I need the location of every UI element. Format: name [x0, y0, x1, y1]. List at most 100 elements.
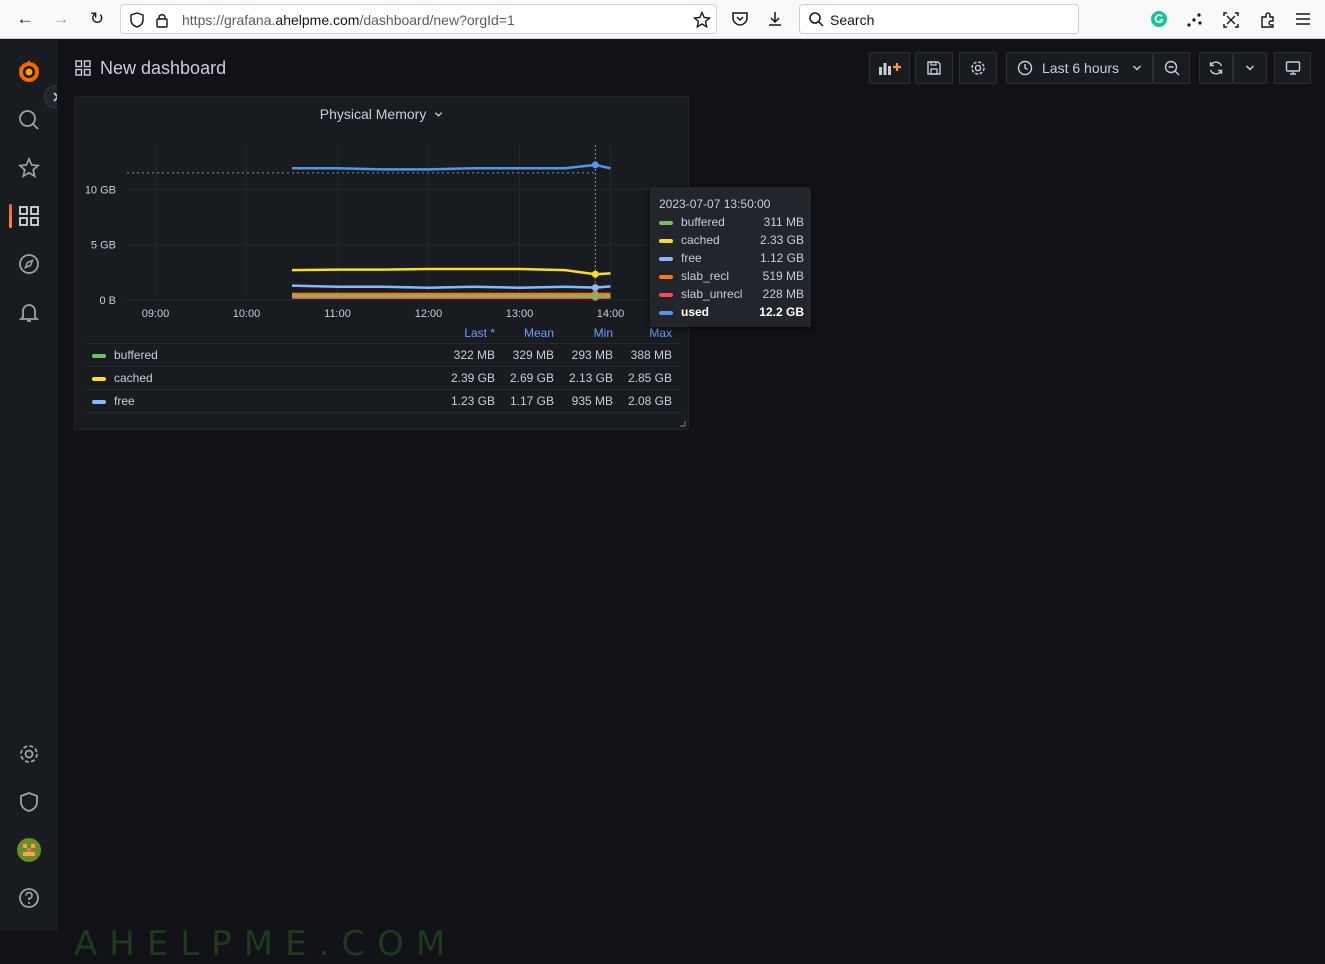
- legend-min: 293 MB: [553, 348, 613, 362]
- alerting-bell-icon[interactable]: [15, 298, 43, 326]
- tooltip-value: 519 MB: [763, 269, 804, 283]
- monitor-icon: [1285, 60, 1301, 76]
- url-bar[interactable]: https://grafana.ahelpme.com/dashboard/ne…: [120, 4, 717, 34]
- reload-icon[interactable]: ↻: [85, 8, 109, 30]
- x-tick-label: 12:00: [415, 308, 443, 319]
- x-tick-label: 13:00: [506, 308, 534, 319]
- legend-header-mean[interactable]: Mean: [494, 326, 554, 340]
- legend-series-name: free: [114, 394, 135, 408]
- tooltip-row-cached: cached 2.33 GB: [659, 232, 804, 250]
- user-avatar[interactable]: [15, 836, 43, 864]
- legend-min: 935 MB: [553, 394, 613, 408]
- extensions-puzzle-icon[interactable]: [1259, 11, 1277, 29]
- y-tick-label: 0 B: [99, 295, 116, 307]
- legend-mean: 1.17 GB: [494, 394, 554, 408]
- legend-header-last[interactable]: Last *: [435, 326, 495, 340]
- pocket-icon[interactable]: [731, 10, 749, 28]
- tooltip-row-buffered: buffered 311 MB: [659, 214, 804, 232]
- legend-series-name: cached: [114, 371, 153, 385]
- forward-icon[interactable]: →: [49, 8, 73, 30]
- chevron-down-icon: [1132, 63, 1142, 73]
- back-icon[interactable]: ←: [13, 8, 37, 30]
- tooltip-series-name: cached: [681, 233, 720, 247]
- legend-row-partial: [85, 412, 681, 420]
- tooltip-series-name: buffered: [681, 215, 725, 229]
- hover-point-buffered: [592, 293, 599, 300]
- url-text: https://grafana.ahelpme.com/dashboard/ne…: [182, 12, 515, 28]
- zoom-out-icon: [1164, 60, 1180, 76]
- bookmark-star-icon[interactable]: [693, 11, 711, 29]
- tooltip-swatch: [659, 257, 673, 261]
- tooltip-value: 1.12 GB: [760, 251, 804, 265]
- add-panel-button[interactable]: [869, 52, 910, 84]
- chart-tooltip: 2023-07-07 13:50:00 buffered 311 MB cach…: [650, 187, 811, 327]
- time-range-label: Last 6 hours: [1042, 60, 1119, 76]
- starred-icon[interactable]: [15, 154, 43, 182]
- tooltip-time: 2023-07-07 13:50:00: [659, 197, 770, 211]
- tooltip-row-slab-unrecl: slab_unrecl 228 MB: [659, 286, 804, 304]
- extension-dots-icon[interactable]: [1186, 11, 1204, 29]
- tooltip-series-name: slab_unrecl: [681, 287, 742, 301]
- search-placeholder: Search: [830, 12, 874, 28]
- legend-swatch: [92, 354, 106, 358]
- series-line-free: [292, 286, 611, 288]
- hover-point-cached: [592, 271, 599, 278]
- tooltip-swatch: [659, 311, 673, 315]
- refresh-interval-dropdown[interactable]: [1233, 52, 1267, 84]
- legend-mean: 2.69 GB: [494, 371, 554, 385]
- search-icon: [809, 12, 824, 27]
- active-indicator: [9, 204, 12, 228]
- tooltip-value: 2.33 GB: [760, 233, 804, 247]
- x-tick-label: 10:00: [233, 308, 261, 319]
- chevron-down-icon: [1245, 63, 1255, 73]
- legend-max: 2.08 GB: [612, 394, 672, 408]
- help-icon[interactable]: [15, 884, 43, 912]
- refresh-button[interactable]: [1199, 52, 1233, 84]
- save-dashboard-button[interactable]: [915, 52, 953, 84]
- hover-point-used: [592, 161, 599, 168]
- dashboards-icon[interactable]: [15, 202, 43, 230]
- tooltip-series-name: slab_recl: [681, 269, 729, 283]
- legend-header-max[interactable]: Max: [612, 326, 672, 340]
- kiosk-mode-button[interactable]: [1274, 52, 1311, 84]
- configuration-gear-icon[interactable]: [15, 740, 43, 768]
- dashboard-main: New dashboard Last 6 hours Physical Memo…: [57, 40, 1325, 931]
- grafana-logo-icon[interactable]: [15, 58, 43, 86]
- legend-max: 2.85 GB: [612, 371, 672, 385]
- y-tick-label: 10 GB: [85, 184, 116, 196]
- resize-handle-icon[interactable]: [679, 420, 686, 427]
- memory-line-chart[interactable]: 10 GB5 GB0 B09:0010:0011:0012:0013:0014:…: [75, 97, 690, 319]
- legend-header-min[interactable]: Min: [553, 326, 613, 340]
- server-admin-shield-icon[interactable]: [15, 788, 43, 816]
- legend-row-cached[interactable]: cached 2.39 GB 2.69 GB 2.13 GB 2.85 GB: [85, 366, 681, 389]
- search-input[interactable]: Search: [799, 4, 1079, 34]
- physical-memory-panel[interactable]: Physical Memory 10 GB5 GB0 B09:0010:0011…: [74, 96, 689, 430]
- legend-max: 388 MB: [612, 348, 672, 362]
- menu-hamburger-icon[interactable]: [1295, 12, 1311, 26]
- x-tick-label: 11:00: [324, 308, 351, 319]
- zoom-out-button[interactable]: [1153, 52, 1190, 84]
- tooltip-row-used: used 12.2 GB: [659, 304, 804, 322]
- lock-icon[interactable]: [155, 12, 169, 28]
- series-line-cached: [292, 269, 611, 274]
- grammarly-icon[interactable]: [1151, 11, 1167, 27]
- tooltip-row-free: free 1.12 GB: [659, 250, 804, 268]
- shield-icon[interactable]: [130, 12, 144, 28]
- legend-swatch: [92, 400, 106, 404]
- gear-icon: [970, 60, 986, 76]
- legend-row-free[interactable]: free 1.23 GB 1.17 GB 935 MB 2.08 GB: [85, 389, 681, 412]
- dashboard-title[interactable]: New dashboard: [100, 58, 226, 79]
- time-range-picker[interactable]: Last 6 hours: [1006, 52, 1153, 84]
- download-icon[interactable]: [766, 10, 784, 28]
- series-line-used: [292, 165, 611, 170]
- tooltip-series-name: free: [681, 251, 702, 265]
- legend-mean: 329 MB: [494, 348, 554, 362]
- refresh-icon: [1208, 60, 1224, 76]
- dashboard-settings-button[interactable]: [959, 52, 997, 84]
- explore-compass-icon[interactable]: [15, 250, 43, 278]
- screenshot-icon[interactable]: [1222, 11, 1240, 29]
- browser-toolbar: ← → ↻ https://grafana.ahelpme.com/dashbo…: [0, 0, 1325, 39]
- tooltip-value: 228 MB: [763, 287, 804, 301]
- legend-row-buffered[interactable]: buffered 322 MB 329 MB 293 MB 388 MB: [85, 343, 681, 366]
- search-icon[interactable]: [15, 106, 43, 134]
